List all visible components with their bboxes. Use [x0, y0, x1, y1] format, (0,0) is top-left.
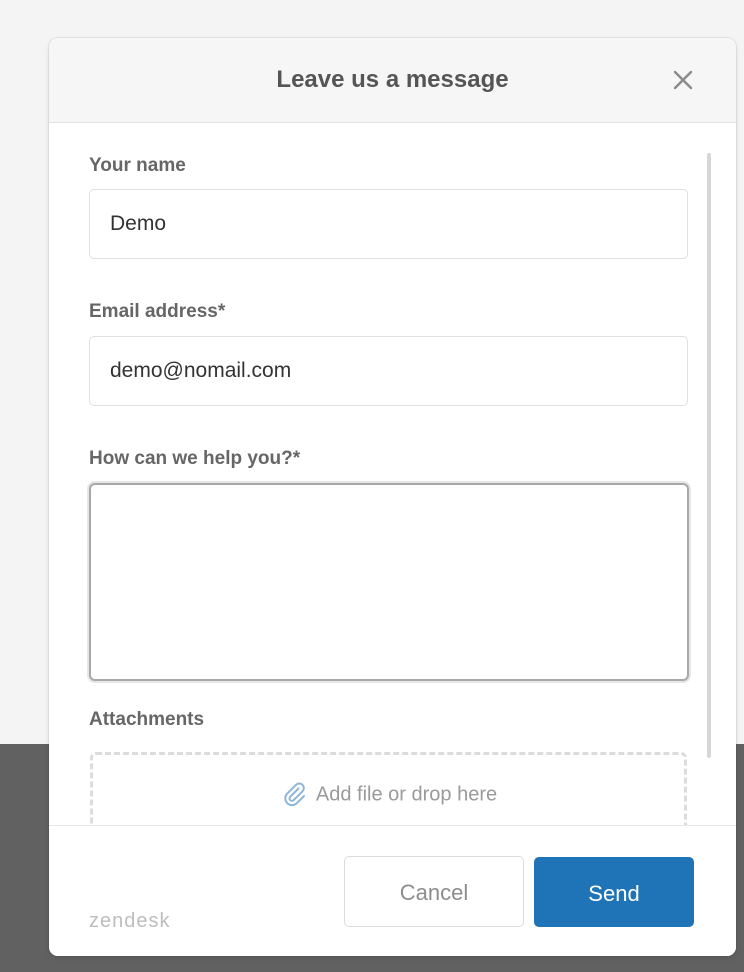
cancel-button[interactable]: Cancel — [344, 856, 524, 927]
form-body: Your name Email address* How can we help… — [49, 123, 736, 825]
email-label: Email address* — [89, 301, 226, 322]
message-textarea[interactable] — [89, 483, 689, 681]
widget-title: Leave us a message — [276, 66, 509, 93]
close-icon — [673, 70, 693, 90]
attachments-label: Attachments — [89, 709, 205, 730]
name-input[interactable] — [89, 189, 688, 259]
zendesk-brand: zendesk — [89, 910, 171, 932]
attachment-dropzone[interactable]: Add file or drop here — [90, 752, 687, 825]
send-button[interactable]: Send — [534, 857, 694, 927]
paperclip-icon — [284, 782, 305, 807]
form-scrollbar[interactable] — [707, 153, 711, 758]
close-button[interactable] — [667, 64, 699, 96]
contact-form-widget: Leave us a message Your name Email addre… — [49, 38, 736, 956]
dropzone-content: Add file or drop here — [93, 781, 684, 809]
dropzone-text: Add file or drop here — [315, 783, 498, 806]
widget-header: Leave us a message — [49, 38, 736, 123]
widget-footer: zendesk Cancel Send — [49, 825, 736, 956]
message-label: How can we help you?* — [89, 448, 301, 469]
name-label: Your name — [89, 155, 186, 176]
email-input[interactable] — [89, 336, 688, 406]
